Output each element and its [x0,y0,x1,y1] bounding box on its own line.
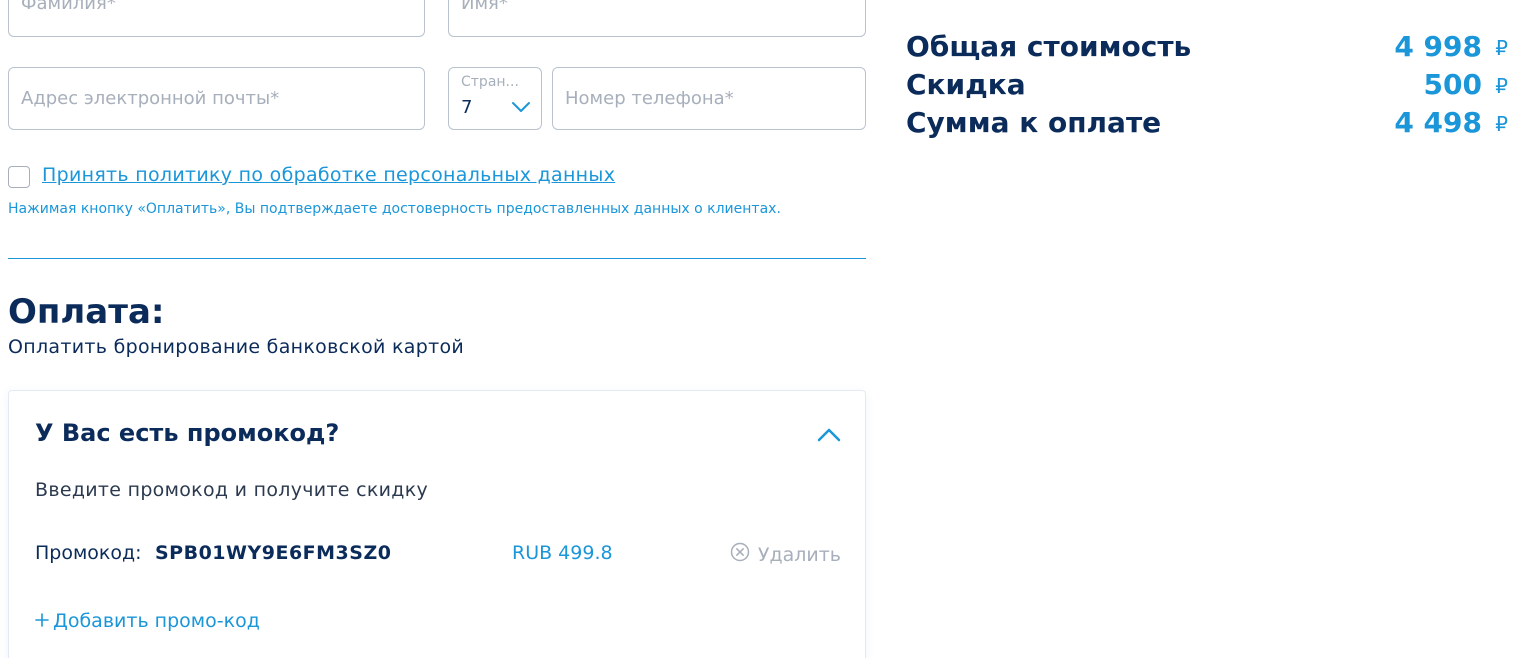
total-label: Общая стоимость [906,30,1192,63]
total-value: 4 998 [1394,30,1482,63]
chevron-down-icon[interactable] [511,98,531,117]
payment-title: Оплата: [8,292,165,332]
lastname-placeholder: Фамилия* [21,0,116,14]
policy-checkbox[interactable] [8,166,30,188]
email-placeholder: Адрес электронной почты* [21,88,280,109]
circle-x-icon [730,542,750,567]
order-summary: Общая стоимость 4 998 ₽ Скидка 500 ₽ Сум… [906,30,1508,144]
promo-code-label: Промокод: [35,542,142,564]
confirm-note: Нажимая кнопку «Оплатить», Вы подтвержда… [8,201,781,217]
ruble-icon: ₽ [1495,36,1508,60]
email-field[interactable]: Адрес электронной почты* [8,67,425,130]
chevron-up-icon[interactable] [817,427,841,446]
lastname-field[interactable]: Фамилия* [8,0,425,37]
promo-amount: RUB 499.8 [512,542,613,564]
due-label: Сумма к оплате [906,106,1162,139]
add-promo-label: Добавить промо-код [53,610,260,632]
phone-placeholder: Номер телефона* [565,88,734,109]
remove-promo-label: Удалить [757,543,841,566]
discount-label: Скидка [906,68,1026,101]
phone-field[interactable]: Номер телефона* [552,67,866,130]
add-promo-button[interactable]: Добавить промо-код [35,610,260,632]
promo-code-value: SPB01WY9E6FM3SZ0 [155,542,392,564]
promo-card: У Вас есть промокод? Введите промокод и … [8,390,866,658]
payment-subtitle: Оплатить бронирование банковской картой [8,336,465,358]
remove-promo-button[interactable]: Удалить [730,542,841,567]
summary-discount-row: Скидка 500 ₽ [906,68,1508,106]
due-value: 4 498 [1394,106,1482,139]
plus-icon [35,610,49,632]
country-code-select[interactable]: Стран... 7 [448,67,542,130]
summary-due-row: Сумма к оплате 4 498 ₽ [906,106,1508,144]
firstname-placeholder: Имя* [461,0,508,14]
policy-link[interactable]: Принять политику по обработке персональн… [42,164,615,186]
summary-total-row: Общая стоимость 4 998 ₽ [906,30,1508,68]
discount-value: 500 [1423,68,1482,101]
promo-question: У Вас есть промокод? [35,419,340,447]
country-code-value: 7 [461,97,473,118]
ruble-icon: ₽ [1495,112,1508,136]
country-code-label: Стран... [461,74,519,90]
firstname-field[interactable]: Имя* [448,0,866,37]
section-divider [8,258,866,259]
applied-promo-row: Промокод: SPB01WY9E6FM3SZ0 RUB 499.8 Уда… [35,542,841,568]
promo-hint: Введите промокод и получите скидку [35,479,429,501]
ruble-icon: ₽ [1495,74,1508,98]
